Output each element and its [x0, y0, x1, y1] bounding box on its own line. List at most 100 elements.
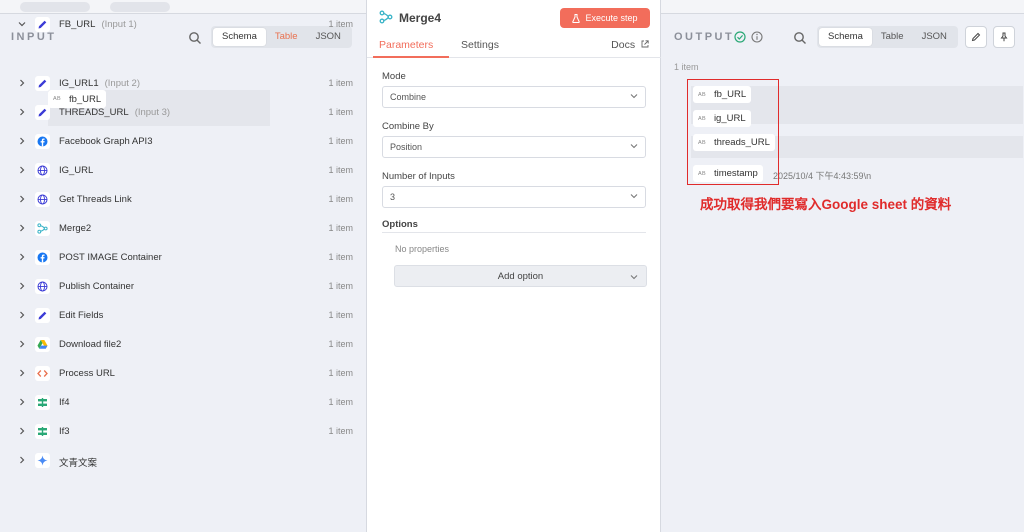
merge-icon: [379, 10, 393, 24]
facebook-icon: [35, 250, 50, 265]
pencil-icon: [35, 308, 50, 323]
mode-select[interactable]: Combine: [382, 86, 646, 108]
input-node-row[interactable]: If3 1 item: [0, 421, 366, 443]
input-node-item-count: 1 item: [328, 252, 353, 262]
chevron-right-icon[interactable]: [17, 252, 27, 262]
input-node-item-count: 1 item: [328, 107, 353, 117]
input-node-name: Publish Container: [59, 281, 134, 292]
no-properties-text: No properties: [395, 244, 450, 254]
input-node-row[interactable]: THREADS_URL (Input 3) 1 item: [0, 102, 366, 124]
pin-icon: [1000, 32, 1008, 42]
input-node-row[interactable]: Merge2 1 item: [0, 218, 366, 240]
output-panel: OUTPUT Schema Table JSON 1 item AB fb_UR…: [661, 14, 1024, 532]
chevron-right-icon[interactable]: [17, 455, 27, 465]
docs-link[interactable]: Docs: [611, 39, 649, 51]
google-drive-icon: [35, 337, 50, 352]
code-icon: [35, 366, 50, 381]
chevron-right-icon[interactable]: [17, 368, 27, 378]
pin-data-button[interactable]: [993, 26, 1015, 48]
chevron-right-icon[interactable]: [17, 78, 27, 88]
input-node-row[interactable]: Process URL 1 item: [0, 363, 366, 385]
input-node-row[interactable]: Edit Fields 1 item: [0, 305, 366, 327]
input-node-row[interactable]: POST IMAGE Container 1 item: [0, 247, 366, 269]
input-node-name: If4: [59, 397, 70, 408]
merge-icon: [35, 221, 50, 236]
chevron-right-icon[interactable]: [17, 281, 27, 291]
edit-output-button[interactable]: [965, 26, 987, 48]
input-node-row[interactable]: Get Threads Link 1 item: [0, 189, 366, 211]
chevron-down-icon: [630, 94, 638, 99]
success-check-icon: [734, 31, 746, 43]
chevron-right-icon[interactable]: [17, 165, 27, 175]
pencil-icon: [35, 105, 50, 120]
if-icon: [35, 395, 50, 410]
chevron-right-icon[interactable]: [17, 223, 27, 233]
info-icon[interactable]: [751, 31, 763, 43]
input-node-item-count: 1 item: [328, 78, 353, 88]
input-node-row[interactable]: IG_URL1 (Input 2) 1 item: [0, 73, 366, 95]
output-view-schema[interactable]: Schema: [819, 28, 872, 46]
docs-label: Docs: [611, 39, 636, 51]
combine-by-select[interactable]: Position: [382, 136, 646, 158]
chevron-right-icon[interactable]: [17, 107, 27, 117]
input-node-item-count: 1 item: [328, 310, 353, 320]
input-node-name: Get Threads Link: [59, 194, 132, 205]
input-node-name: Merge2: [59, 223, 92, 234]
chevron-down-icon[interactable]: [17, 19, 27, 29]
node-editor-tabs: Parameters Settings Docs: [367, 34, 662, 58]
input-node-row[interactable]: Publish Container 1 item: [0, 276, 366, 298]
pencil-icon: [35, 17, 50, 32]
execute-step-button[interactable]: Execute step: [560, 8, 650, 28]
input-node-name: Download file2: [59, 339, 122, 350]
input-node-subtitle: (Input 1): [101, 19, 137, 30]
chevron-right-icon[interactable]: [17, 397, 27, 407]
timestamp-value: 2025/10/4 下午4:43:59\n: [773, 171, 872, 181]
input-node-row[interactable]: Download file2 1 item: [0, 334, 366, 356]
number-of-inputs-select[interactable]: 3: [382, 186, 646, 208]
mode-label: Mode: [382, 71, 406, 82]
node-title[interactable]: Merge4: [399, 11, 441, 25]
tab-settings[interactable]: Settings: [461, 39, 499, 51]
output-view-json[interactable]: JSON: [913, 28, 956, 46]
options-label: Options: [382, 219, 418, 230]
input-node-item-count: 1 item: [328, 426, 353, 436]
search-icon[interactable]: [793, 31, 807, 45]
chevron-right-icon[interactable]: [17, 310, 27, 320]
input-node-item-count: 1 item: [328, 368, 353, 378]
output-view-table[interactable]: Table: [872, 28, 913, 46]
input-node-row[interactable]: If4 1 item: [0, 392, 366, 414]
chevron-right-icon[interactable]: [17, 339, 27, 349]
input-node-row[interactable]: FB_URL (Input 1) 1 item: [0, 14, 366, 36]
input-node-row[interactable]: 文青文案: [0, 450, 366, 472]
number-of-inputs-value: 3: [390, 192, 396, 202]
input-node-item-count: 1 item: [328, 339, 353, 349]
input-node-item-count: 1 item: [328, 397, 353, 407]
pencil-icon: [35, 76, 50, 91]
annotation-text: 成功取得我們要寫入Google sheet 的資料: [700, 197, 952, 212]
input-node-name: IG_URL1 (Input 2): [59, 78, 140, 89]
chevron-right-icon[interactable]: [17, 136, 27, 146]
tab-parameters[interactable]: Parameters: [379, 39, 433, 51]
globe-icon: [35, 192, 50, 207]
active-tab-indicator: [373, 56, 449, 58]
mode-value: Combine: [390, 92, 427, 102]
add-option-button[interactable]: Add option: [394, 265, 647, 287]
top-bar-pill: [20, 2, 90, 12]
input-node-row[interactable]: Facebook Graph API3 1 item: [0, 131, 366, 153]
input-panel: INPUT Schema Table JSON AB fb_URL FB_URL…: [0, 14, 366, 532]
input-node-name: IG_URL: [59, 165, 94, 176]
chevron-right-icon[interactable]: [17, 426, 27, 436]
flask-icon: [572, 13, 581, 23]
chevron-right-icon[interactable]: [17, 194, 27, 204]
output-view-toggle: Schema Table JSON: [817, 26, 958, 48]
output-panel-title: OUTPUT: [674, 31, 735, 43]
globe-icon: [35, 163, 50, 178]
input-node-name: If3: [59, 426, 70, 437]
combine-by-value: Position: [390, 142, 423, 152]
input-node-row[interactable]: IG_URL 1 item: [0, 160, 366, 182]
input-node-name: 文青文案: [59, 458, 98, 469]
input-node-item-count: 1 item: [328, 223, 353, 233]
options-divider: [382, 232, 646, 233]
output-item-count: 1 item: [674, 62, 699, 72]
highlight-box: [687, 79, 779, 185]
